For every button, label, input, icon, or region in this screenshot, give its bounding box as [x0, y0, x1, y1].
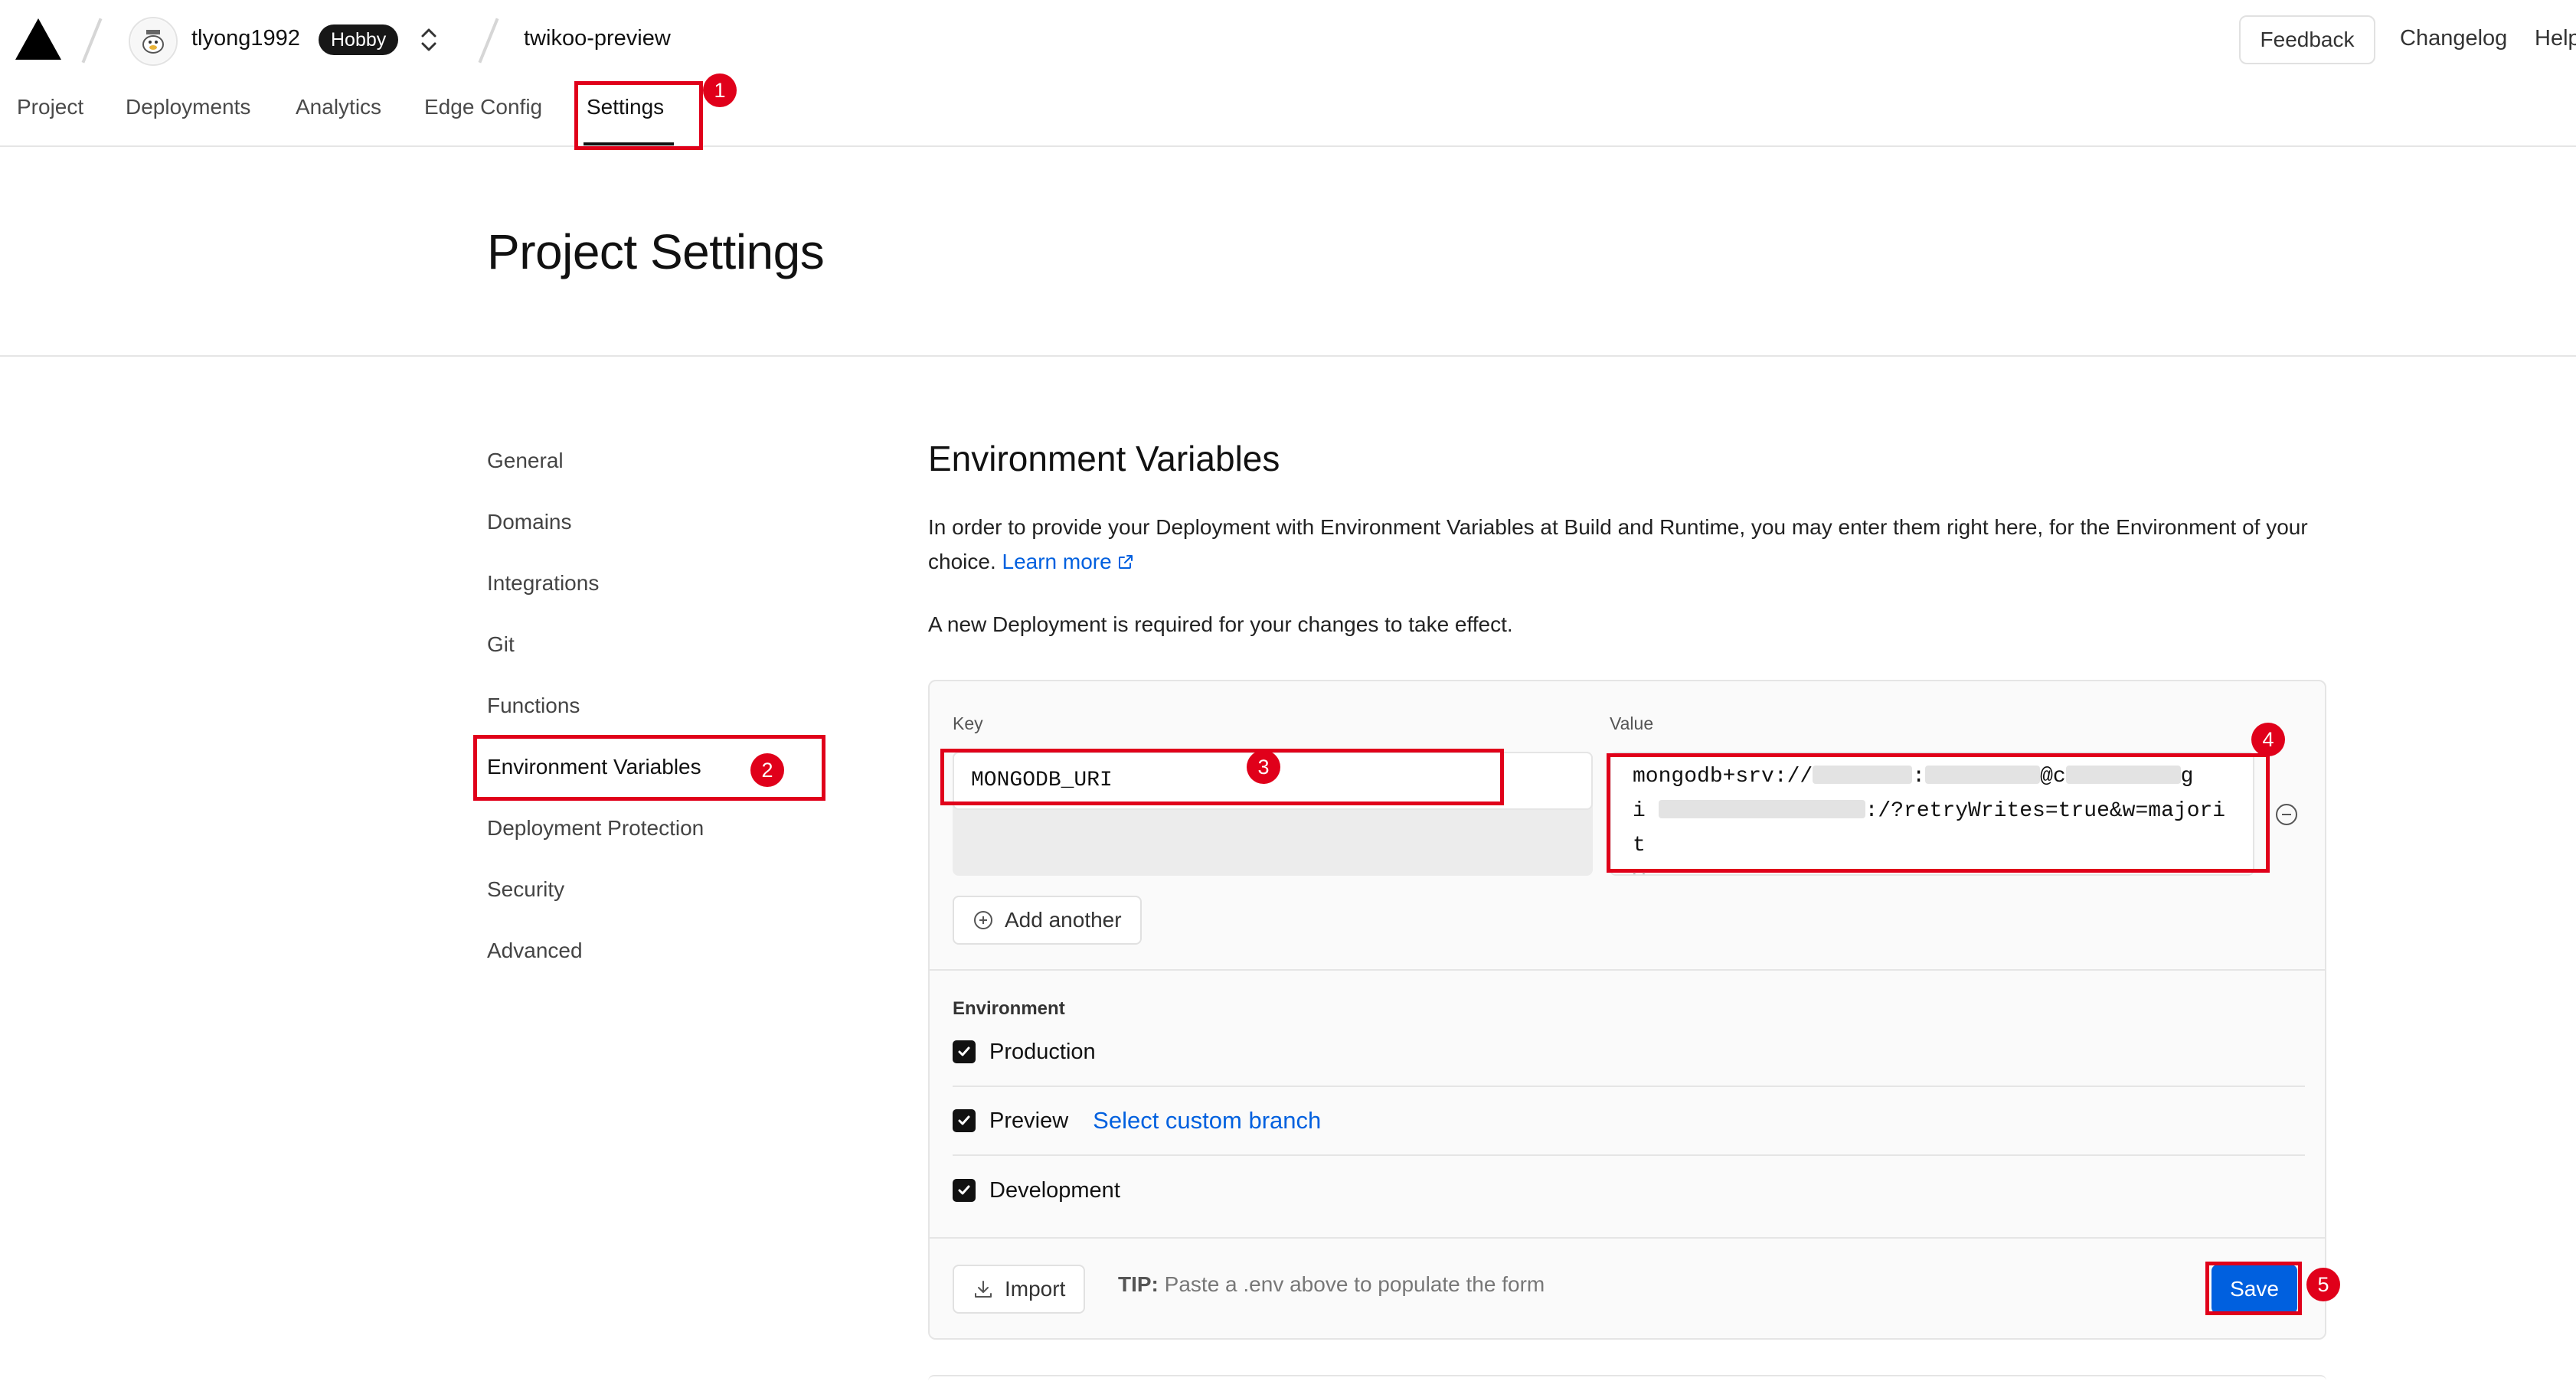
plan-badge: Hobby	[319, 24, 399, 55]
annotation-badge: 2	[750, 753, 784, 787]
deployment-notice: A new Deployment is required for your ch…	[928, 612, 1513, 636]
plus-circle-icon	[974, 911, 992, 929]
top-header: tlyong1992 Hobby twikoo-preview Feedback…	[0, 0, 2576, 147]
sidebar-item-advanced[interactable]: Advanced	[487, 939, 583, 963]
tip-body: Paste a .env above to populate the form	[1164, 1272, 1545, 1296]
section-title: Environment Variables	[928, 439, 1280, 478]
add-another-button[interactable]: Add another	[953, 896, 1142, 945]
key-label: Key	[953, 713, 983, 733]
download-icon	[975, 1281, 992, 1298]
learn-more-link[interactable]: Learn more	[1002, 550, 1135, 573]
check-icon	[958, 1046, 970, 1056]
env-row-preview[interactable]: Preview Select custom branch	[953, 1087, 2305, 1156]
checkbox-preview[interactable]	[953, 1109, 976, 1132]
annotation-badge: 1	[703, 73, 737, 107]
import-label: Import	[1005, 1277, 1066, 1301]
annotation-badge: 5	[2306, 1268, 2340, 1301]
value-label: Value	[1610, 713, 1654, 733]
checkbox-development[interactable]	[953, 1179, 976, 1202]
tab-deployments[interactable]: Deployments	[126, 95, 250, 119]
tip-text: TIP: Paste a .env above to populate the …	[1118, 1272, 1545, 1297]
next-card-edge	[928, 1375, 2326, 1381]
env-name-development: Development	[989, 1177, 1120, 1203]
feedback-button[interactable]: Feedback	[2239, 15, 2375, 64]
check-icon	[958, 1115, 970, 1125]
annotation-box	[1607, 753, 2270, 873]
env-name-production: Production	[989, 1039, 1096, 1064]
checkbox-production[interactable]	[953, 1040, 976, 1063]
breadcrumb-separator	[81, 18, 103, 64]
vercel-logo-icon[interactable]	[14, 17, 63, 63]
annotation-badge: 3	[1247, 750, 1280, 784]
page-title: Project Settings	[487, 224, 825, 279]
check-icon	[958, 1185, 970, 1195]
remove-circle-icon[interactable]	[2274, 802, 2299, 827]
project-name[interactable]: twikoo-preview	[524, 26, 671, 51]
annotation-box	[940, 749, 1504, 805]
section-description: In order to provide your Deployment with…	[928, 510, 2337, 579]
chevron-up-down-icon[interactable]	[415, 23, 443, 57]
description-text: In order to provide your Deployment with…	[928, 515, 2308, 573]
sidebar-item-domains[interactable]: Domains	[487, 510, 571, 534]
tip-label: TIP:	[1118, 1272, 1159, 1296]
annotation-box	[2205, 1262, 2302, 1315]
sidebar-item-security[interactable]: Security	[487, 877, 564, 902]
annotation-box	[574, 81, 703, 150]
changelog-link[interactable]: Changelog	[2400, 26, 2507, 51]
sidebar-item-deployment-protection[interactable]: Deployment Protection	[487, 816, 704, 841]
environment-label: Environment	[953, 998, 1065, 1019]
annotation-badge: 4	[2251, 723, 2285, 756]
sidebar-item-git[interactable]: Git	[487, 632, 515, 657]
help-link[interactable]: Help	[2535, 26, 2576, 51]
add-another-label: Add another	[1005, 908, 1122, 932]
tab-analytics[interactable]: Analytics	[296, 95, 381, 119]
sidebar-item-integrations[interactable]: Integrations	[487, 571, 599, 596]
title-band	[0, 147, 2576, 357]
env-row-development[interactable]: Development	[953, 1156, 2305, 1225]
import-button[interactable]: Import	[953, 1265, 1086, 1314]
sidebar-item-functions[interactable]: Functions	[487, 694, 580, 718]
env-row-production[interactable]: Production	[953, 1018, 2305, 1087]
team-name[interactable]: tlyong1992	[191, 26, 300, 51]
external-link-icon	[1118, 555, 1133, 569]
select-custom-branch-link[interactable]: Select custom branch	[1093, 1107, 1321, 1135]
tab-project[interactable]: Project	[17, 95, 83, 119]
avatar[interactable]	[129, 17, 178, 66]
sidebar-item-general[interactable]: General	[487, 449, 564, 473]
learn-more-label[interactable]: Learn more	[1002, 550, 1112, 573]
env-name-preview: Preview	[989, 1108, 1069, 1133]
breadcrumb-separator	[478, 18, 499, 64]
form-footer: Import TIP: Paste a .env above to popula…	[930, 1237, 2325, 1338]
tab-edge-config[interactable]: Edge Config	[424, 95, 542, 119]
